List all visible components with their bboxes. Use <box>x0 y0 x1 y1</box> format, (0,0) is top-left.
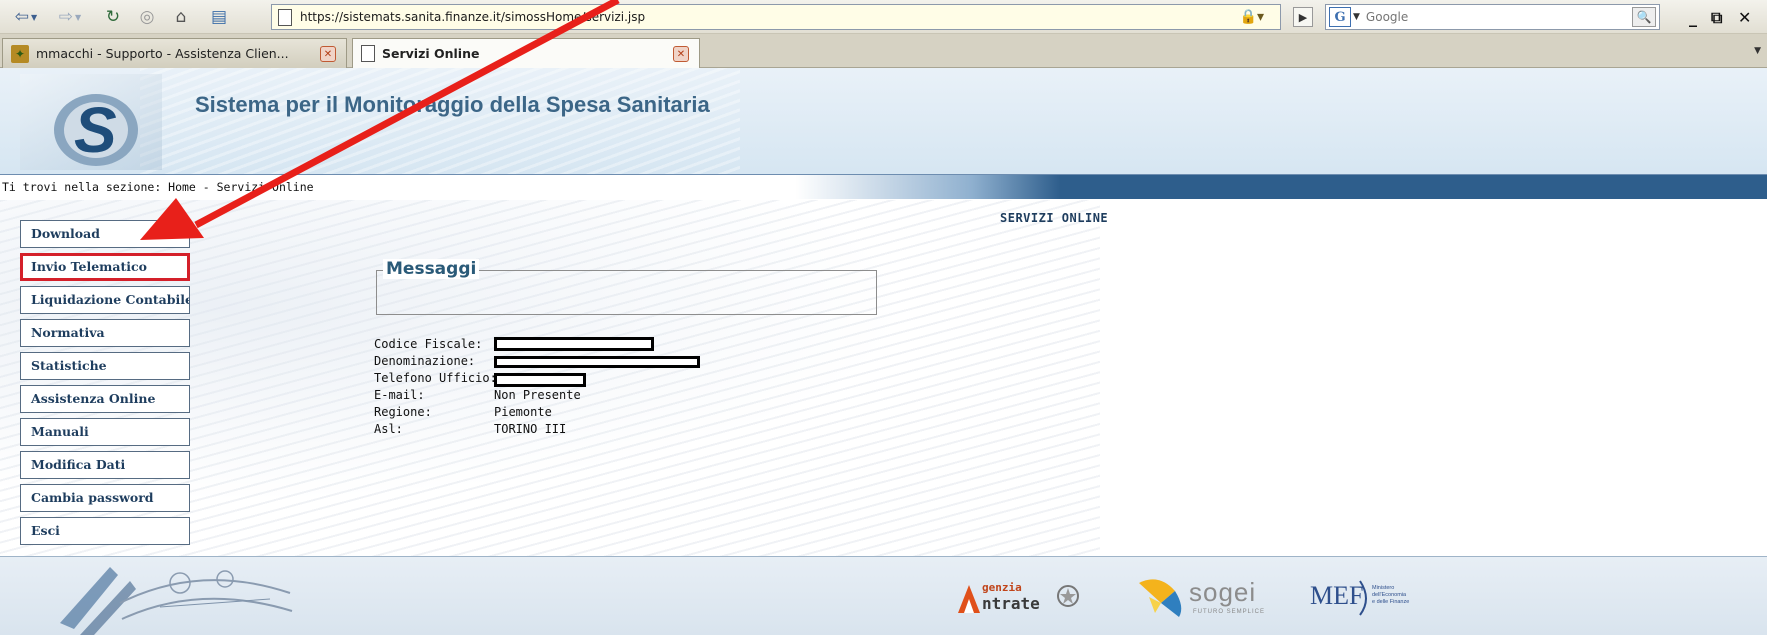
info-value: Non Presente <box>494 388 581 402</box>
menu-modifica-dati[interactable]: Modifica Dati <box>20 451 190 479</box>
mef-line: dell'Economia <box>1372 592 1407 598</box>
stop-icon[interactable]: ◎ <box>134 5 160 29</box>
redacted-value <box>494 356 700 368</box>
info-label: Regione: <box>374 405 432 419</box>
info-label: Denominazione: <box>374 354 476 368</box>
search-input[interactable] <box>1365 10 1606 24</box>
close-tab-icon[interactable]: ✕ <box>320 46 336 62</box>
search-icon[interactable]: 🔍 <box>1632 7 1656 27</box>
tab-supporto[interactable]: ✦ mmacchi - Supporto - Assistenza Clien.… <box>2 38 347 68</box>
agenzia-mark-icon <box>958 585 980 613</box>
url-text[interactable]: https://sistemats.sanita.finanze.it/simo… <box>300 10 645 24</box>
sogei-wordmark: sogei <box>1189 577 1257 607</box>
user-info: Codice Fiscale: Denominazione: Telefono … <box>374 337 774 439</box>
restore-icon[interactable]: ⧉ <box>1711 8 1722 28</box>
main-content: Download Invio Telematico Liquidazione C… <box>0 200 1767 556</box>
info-row-codice-fiscale: Codice Fiscale: <box>374 337 774 354</box>
page-icon <box>361 45 375 62</box>
go-button[interactable]: ▶ <box>1293 7 1313 27</box>
minimize-icon[interactable]: _ <box>1689 8 1697 27</box>
info-value: Piemonte <box>494 405 552 419</box>
site-logo: S <box>20 74 162 170</box>
chevron-down-icon[interactable]: ▼ <box>1353 12 1360 22</box>
menu-assistenza-online[interactable]: Assistenza Online <box>20 385 190 413</box>
home-icon[interactable]: ⌂ <box>168 5 194 29</box>
menu-esci[interactable]: Esci <box>20 517 190 545</box>
tab-label: mmacchi - Supporto - Assistenza Clien... <box>36 46 289 61</box>
tab-label: Servizi Online <box>382 46 480 61</box>
sogei-mark-icon <box>1139 579 1182 617</box>
menu-normativa[interactable]: Normativa <box>20 319 190 347</box>
mef-line: Ministero <box>1372 585 1395 591</box>
menu-cambia-password[interactable]: Cambia password <box>20 484 190 512</box>
menu-download[interactable]: Download <box>20 220 190 248</box>
page-header: S Sistema per il Monitoraggio della Spes… <box>0 68 1767 174</box>
section-title: SERVIZI ONLINE <box>1000 211 1109 225</box>
browser-window: ⇦ ▼ ⇨ ▼ ↻ ◎ ⌂ ▤ https://sistemats.sanita… <box>0 0 1767 635</box>
header-decoration <box>140 68 740 174</box>
redacted-value <box>494 337 654 351</box>
agenzia-line2: ntrate <box>982 594 1040 613</box>
menu-statistiche[interactable]: Statistiche <box>20 352 190 380</box>
tab-strip: ✦ mmacchi - Supporto - Assistenza Clien.… <box>0 34 1767 68</box>
info-row-denominazione: Denominazione: <box>374 354 774 371</box>
menu-liquidazione-contabile[interactable]: Liquidazione Contabile <box>20 286 190 314</box>
breadcrumb: Ti trovi nella sezione: Home - Servizi O… <box>2 180 314 194</box>
info-row-telefono: Telefono Ufficio: <box>374 371 774 388</box>
search-box[interactable]: G ▼ <box>1325 4 1660 30</box>
info-value: TORINO III <box>494 422 567 436</box>
mef-text: Ministero dell'Economia e delle Finanze <box>1372 585 1432 606</box>
tab-list-icon[interactable]: ▼ <box>1754 46 1761 56</box>
page-icon <box>278 8 292 26</box>
agenzia-entrate-logo: genzia ntrate <box>956 579 1082 619</box>
agenzia-line1: genzia <box>982 581 1022 594</box>
messages-box: Messaggi <box>376 259 877 315</box>
info-label: E-mail: <box>374 388 425 402</box>
back-icon[interactable]: ⇦ ▼ <box>6 5 46 29</box>
info-row-regione: Regione: Piemonte <box>374 405 774 422</box>
info-label: Asl: <box>374 422 403 436</box>
redacted-value <box>494 373 586 387</box>
info-label: Telefono Ufficio: <box>374 371 497 385</box>
svg-text:S: S <box>74 94 117 166</box>
side-menu: Download Invio Telematico Liquidazione C… <box>20 220 190 550</box>
menu-manuali[interactable]: Manuali <box>20 418 190 446</box>
repubblica-italiana-emblem <box>60 567 293 635</box>
bookmark-feed-icon[interactable]: ▤ <box>204 5 234 29</box>
breadcrumb-bar: Ti trovi nella sezione: Home - Servizi O… <box>0 174 1767 199</box>
mef-logo: MEF Ministero dell'Economia e delle Fina… <box>1308 575 1428 621</box>
tab-servizi-online[interactable]: Servizi Online ✕ <box>352 38 700 68</box>
page-title: Sistema per il Monitoraggio della Spesa … <box>195 92 710 117</box>
mef-wordmark: MEF <box>1310 581 1364 610</box>
close-window-icon[interactable]: ✕ <box>1738 8 1751 27</box>
info-row-asl: Asl: TORINO III <box>374 422 774 439</box>
google-icon[interactable]: G <box>1329 7 1351 27</box>
address-bar[interactable]: https://sistemats.sanita.finanze.it/simo… <box>271 4 1281 30</box>
sogei-logo: sogei FUTURO SEMPLICE <box>1135 573 1285 623</box>
sogei-tagline: FUTURO SEMPLICE <box>1193 609 1266 615</box>
bugzilla-icon: ✦ <box>11 44 29 63</box>
messages-title: Messaggi <box>383 259 480 279</box>
mef-line: e delle Finanze <box>1372 599 1410 605</box>
page-footer: genzia ntrate sogei FUTURO SEMPLICE MEF … <box>0 556 1767 635</box>
forward-icon[interactable]: ⇨ ▼ <box>50 5 90 29</box>
menu-invio-telematico[interactable]: Invio Telematico <box>20 253 190 281</box>
reload-icon[interactable]: ↻ <box>100 5 126 29</box>
lock-icon[interactable]: 🔒▾ <box>1240 9 1264 25</box>
italian-emblem-icon <box>1057 585 1079 607</box>
browser-toolbar: ⇦ ▼ ⇨ ▼ ↻ ◎ ⌂ ▤ https://sistemats.sanita… <box>0 0 1767 34</box>
info-row-email: E-mail: Non Presente <box>374 388 774 405</box>
info-label: Codice Fiscale: <box>374 337 483 351</box>
close-tab-icon[interactable]: ✕ <box>673 46 689 62</box>
